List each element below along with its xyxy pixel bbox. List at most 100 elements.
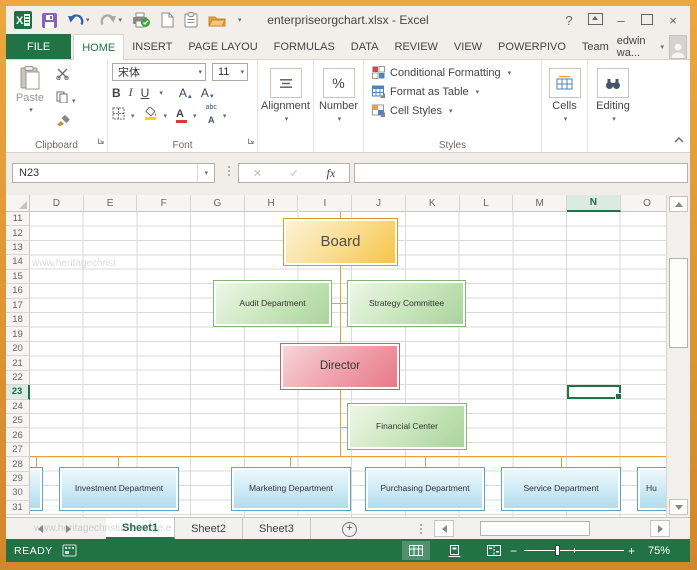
qat-customize-button[interactable]: ▾ <box>238 16 242 24</box>
select-all-corner[interactable] <box>6 195 30 212</box>
org-node-director[interactable]: Director <box>280 343 400 390</box>
cancel-button[interactable]: ✕ <box>253 167 262 180</box>
vertical-scrollbar-thumb[interactable] <box>669 258 688 348</box>
tab-strip-resizer[interactable] <box>420 524 422 534</box>
row-header-30[interactable]: 30 <box>6 486 30 501</box>
org-node-audit[interactable]: Audit Department <box>213 280 332 327</box>
next-sheet-button[interactable] <box>66 525 71 533</box>
org-node-hr[interactable]: Hu <box>637 467 666 511</box>
clipboard-dialog-launcher[interactable] <box>97 132 105 150</box>
row-header-14[interactable]: 14 <box>6 255 30 270</box>
new-document-button[interactable] <box>161 12 174 28</box>
copy-button[interactable]: ▾ <box>56 90 76 108</box>
row-header-20[interactable]: 20 <box>6 341 30 357</box>
horizontal-scrollbar-thumb[interactable] <box>480 521 590 536</box>
formula-bar-resizer[interactable] <box>228 166 230 176</box>
borders-button[interactable] <box>112 107 125 125</box>
open-folder-button[interactable] <box>208 14 226 27</box>
row-header-15[interactable]: 15 <box>6 269 30 285</box>
row-header-28[interactable]: 28 <box>6 457 30 472</box>
format-as-table-button[interactable]: Format as Table ▾ <box>372 82 537 101</box>
formula-input[interactable] <box>354 163 688 183</box>
org-node-purchasing[interactable]: Purchasing Department <box>365 467 485 511</box>
zoom-out-button[interactable]: − <box>510 544 517 558</box>
row-header-11[interactable]: 11 <box>6 212 30 227</box>
user-account[interactable]: edwin wa... ▾ <box>617 34 690 59</box>
column-header-O[interactable]: O <box>620 195 666 212</box>
normal-view-button[interactable] <box>402 541 430 560</box>
underline-button[interactable]: U <box>141 86 150 100</box>
alignment-button[interactable]: Alignment ▾ <box>261 63 310 123</box>
row-header-13[interactable]: 13 <box>6 240 30 256</box>
tab-view[interactable]: VIEW <box>446 34 490 59</box>
tab-powerpivo[interactable]: POWERPIVO <box>490 34 574 59</box>
column-header-H[interactable]: H <box>244 195 299 212</box>
font-size-select[interactable]: 11 ▾ <box>212 63 248 81</box>
row-header-22[interactable]: 22 <box>6 370 30 386</box>
cell-styles-button[interactable]: Cell Styles ▾ <box>372 101 537 120</box>
tab-review[interactable]: REVIEW <box>387 34 446 59</box>
row-header-26[interactable]: 26 <box>6 428 30 443</box>
new-sheet-button[interactable]: + <box>342 522 357 537</box>
page-break-view-button[interactable] <box>480 541 508 560</box>
scroll-down-button[interactable] <box>669 499 688 515</box>
column-header-E[interactable]: E <box>83 195 138 212</box>
tab-formulas[interactable]: FORMULAS <box>266 34 343 59</box>
phonetic-button[interactable]: abc A <box>206 104 217 127</box>
close-button[interactable]: × <box>660 13 686 28</box>
vertical-scrollbar[interactable] <box>666 195 690 517</box>
help-button[interactable]: ? <box>556 13 582 28</box>
column-header-J[interactable]: J <box>352 195 406 212</box>
column-header-K[interactable]: K <box>405 195 460 212</box>
column-header-D[interactable]: D <box>30 195 84 212</box>
macro-record-icon[interactable] <box>62 544 77 562</box>
column-header-I[interactable]: I <box>298 195 353 212</box>
row-header-29[interactable]: 29 <box>6 471 30 487</box>
redo-dropdown-icon[interactable]: ▾ <box>119 16 123 24</box>
underline-dropdown-icon[interactable]: ▾ <box>159 89 163 97</box>
maximize-button[interactable] <box>634 13 660 28</box>
row-header-19[interactable]: 19 <box>6 327 30 342</box>
minimize-button[interactable]: – <box>608 13 634 28</box>
column-header-G[interactable]: G <box>191 195 245 212</box>
row-header-16[interactable]: 16 <box>6 284 30 299</box>
org-node-dept-clipped[interactable] <box>30 467 43 511</box>
name-box[interactable]: N23 ▾ <box>12 163 215 183</box>
sheet-tab-sheet3[interactable]: Sheet3 <box>243 518 311 539</box>
zoom-level[interactable]: 75% <box>648 545 670 557</box>
ribbon-display-options-button[interactable] <box>582 12 608 28</box>
name-box-dropdown-icon[interactable]: ▾ <box>197 164 214 182</box>
column-header-F[interactable]: F <box>137 195 192 212</box>
undo-dropdown-icon[interactable]: ▾ <box>86 16 90 24</box>
font-name-select[interactable]: 宋体 ▾ <box>112 63 206 81</box>
tab-file[interactable]: FILE <box>6 34 72 59</box>
org-node-strategy[interactable]: Strategy Committee <box>347 280 466 327</box>
row-header-31[interactable]: 31 <box>6 500 30 516</box>
org-node-marketing[interactable]: Marketing Department <box>231 467 351 511</box>
row-header-12[interactable]: 12 <box>6 226 30 241</box>
tab-home[interactable]: HOME <box>73 34 125 60</box>
column-header-N[interactable]: N <box>567 195 621 212</box>
sheet-tab-sheet1[interactable]: Sheet1 <box>106 518 176 539</box>
format-painter-button[interactable] <box>56 113 76 131</box>
paste-button[interactable]: Paste ▾ <box>10 63 50 131</box>
fill-color-button[interactable] <box>144 106 158 125</box>
cut-button[interactable] <box>56 67 76 85</box>
tab-data[interactable]: DATA <box>343 34 387 59</box>
org-node-investment[interactable]: Investment Department <box>59 467 179 511</box>
insert-function-button[interactable]: fx <box>327 166 336 181</box>
italic-button[interactable]: I <box>129 85 133 100</box>
redo-button[interactable]: ▾ <box>100 13 123 27</box>
row-header-17[interactable]: 17 <box>6 298 30 313</box>
tab-page-layou[interactable]: PAGE LAYOU <box>180 34 265 59</box>
scroll-up-button[interactable] <box>669 196 688 212</box>
column-header-M[interactable]: M <box>513 195 567 212</box>
row-header-18[interactable]: 18 <box>6 313 30 328</box>
tab-team[interactable]: Team <box>574 34 617 59</box>
column-header-L[interactable]: L <box>459 195 514 212</box>
increase-font-button[interactable]: A ▲ <box>179 86 193 100</box>
row-header-23[interactable]: 23 <box>6 385 30 400</box>
cell-grid[interactable]: www.heritagechristiancollege.e Board Audi… <box>30 212 666 517</box>
collapse-ribbon-button[interactable] <box>668 130 690 152</box>
bold-button[interactable]: B <box>112 86 121 100</box>
